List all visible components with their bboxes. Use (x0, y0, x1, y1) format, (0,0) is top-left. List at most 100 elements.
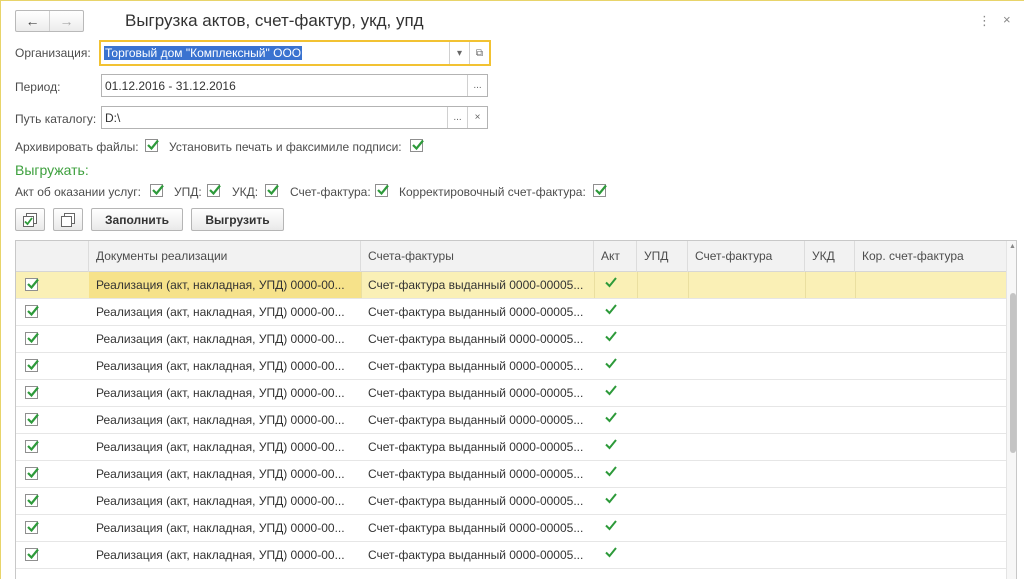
invoice-cell[interactable]: Счет-фактура выданный 0000-00005... (361, 515, 594, 541)
table-row[interactable]: Реализация (акт, накладная, УПД) 0000-00… (16, 488, 1006, 515)
invoice-cell[interactable]: Счет-фактура выданный 0000-00005... (361, 488, 594, 514)
act-label: Акт об оказании услуг: (15, 185, 141, 199)
forward-arrow-icon[interactable]: → (49, 11, 83, 31)
ukd-checkbox[interactable] (265, 184, 279, 197)
row-checkbox[interactable] (25, 548, 39, 561)
column-header-ukd[interactable]: УКД (805, 241, 855, 272)
period-field[interactable]: 01.12.2016 - 31.12.2016 ... (101, 74, 488, 97)
table-row[interactable]: Реализация (акт, накладная, УПД) 0000-00… (16, 299, 1006, 326)
row-checkbox[interactable] (25, 413, 39, 426)
column-header-act[interactable]: Акт (594, 241, 637, 272)
doc-cell[interactable]: Реализация (акт, накладная, УПД) 0000-00… (89, 434, 361, 460)
row-checkbox[interactable] (25, 521, 39, 534)
act-checkbox[interactable] (150, 184, 164, 197)
path-select-button[interactable]: ... (447, 107, 467, 128)
path-value: D:\ (105, 110, 121, 125)
invoice-cell[interactable]: Счет-фактура выданный 0000-00005... (361, 353, 594, 379)
archive-files-checkbox[interactable] (145, 139, 159, 152)
documents-table: Документы реализации Счета-фактуры Акт У… (15, 240, 1017, 579)
doc-cell[interactable]: Реализация (акт, накладная, УПД) 0000-00… (89, 515, 361, 541)
period-select-button[interactable]: ... (467, 75, 487, 96)
uncheck-all-icon (61, 212, 75, 227)
check-icon (27, 278, 39, 290)
period-label: Период: (15, 80, 61, 94)
invoice-cell[interactable]: Счет-фактура выданный 0000-00005... (361, 407, 594, 433)
act-check-icon (604, 302, 618, 319)
invoice-cell[interactable]: Счет-фактура выданный 0000-00005... (361, 461, 594, 487)
row-checkbox[interactable] (25, 359, 39, 372)
row-checkbox[interactable] (25, 278, 39, 291)
dropdown-icon[interactable]: ▾ (449, 42, 469, 64)
open-form-icon[interactable]: ⧉ (469, 42, 489, 64)
doc-cell[interactable]: Реализация (акт, накладная, УПД) 0000-00… (89, 542, 361, 568)
column-header-invoices[interactable]: Счета-фактуры (361, 241, 594, 272)
act-check-icon (604, 464, 618, 481)
back-arrow-icon[interactable]: ← (16, 11, 49, 31)
check-icon (27, 467, 39, 479)
upd-checkbox[interactable] (207, 184, 221, 197)
invoice-cell[interactable]: Счет-фактура выданный 0000-00005... (361, 380, 594, 406)
check-all-button[interactable] (15, 208, 45, 231)
column-header-docs[interactable]: Документы реализации (89, 241, 361, 272)
check-icon (27, 386, 39, 398)
row-checkbox[interactable] (25, 386, 39, 399)
act-check-icon (604, 329, 618, 346)
invoice-cell[interactable]: Счет-фактура выданный 0000-00005... (361, 542, 594, 568)
row-checkbox[interactable] (25, 332, 39, 345)
invoice-cell[interactable]: Счет-фактура выданный 0000-00005... (361, 434, 594, 460)
column-header-invoice[interactable]: Счет-фактура (688, 241, 805, 272)
act-check-icon (604, 275, 618, 292)
doc-cell[interactable]: Реализация (акт, накладная, УПД) 0000-00… (89, 407, 361, 433)
column-header-upd[interactable]: УПД (637, 241, 688, 272)
invoice-cell[interactable]: Счет-фактура выданный 0000-00005... (361, 299, 594, 325)
act-check-icon (604, 437, 618, 454)
uncheck-all-button[interactable] (53, 208, 83, 231)
doc-cell[interactable]: Реализация (акт, накладная, УПД) 0000-00… (89, 272, 361, 298)
row-checkbox[interactable] (25, 305, 39, 318)
invoice-cell[interactable]: Счет-фактура выданный 0000-00005... (361, 326, 594, 352)
table-row[interactable]: Реализация (акт, накладная, УПД) 0000-00… (16, 326, 1006, 353)
doc-cell[interactable]: Реализация (акт, накладная, УПД) 0000-00… (89, 461, 361, 487)
column-header-corr-invoice[interactable]: Кор. счет-фактура (855, 241, 1006, 272)
doc-cell[interactable]: Реализация (акт, накладная, УПД) 0000-00… (89, 299, 361, 325)
row-checkbox[interactable] (25, 440, 39, 453)
doc-cell[interactable]: Реализация (акт, накладная, УПД) 0000-00… (89, 488, 361, 514)
stamp-signature-checkbox[interactable] (410, 139, 424, 152)
upd-label: УПД: (174, 185, 202, 199)
doc-cell[interactable]: Реализация (акт, накладная, УПД) 0000-00… (89, 353, 361, 379)
check-icon (27, 548, 39, 560)
close-window-icon[interactable]: × (1003, 12, 1011, 27)
ukd-label: УКД: (232, 185, 259, 199)
check-icon (27, 359, 39, 371)
doc-cell[interactable]: Реализация (акт, накладная, УПД) 0000-00… (89, 380, 361, 406)
column-header-check[interactable] (16, 241, 89, 272)
row-checkbox[interactable] (25, 467, 39, 480)
path-label: Путь каталогу: (15, 112, 97, 126)
export-section-title: Выгружать: (15, 162, 89, 178)
scroll-up-icon[interactable]: ▲ (1009, 243, 1016, 250)
invoice-cell[interactable]: Счет-фактура выданный 0000-00005... (361, 272, 594, 298)
table-row[interactable]: Реализация (акт, накладная, УПД) 0000-00… (16, 272, 1006, 299)
corr-invoice-checkbox[interactable] (593, 184, 607, 197)
path-clear-icon[interactable]: × (467, 107, 487, 128)
fill-button[interactable]: Заполнить (91, 208, 183, 231)
table-row[interactable]: Реализация (акт, накладная, УПД) 0000-00… (16, 515, 1006, 542)
table-row[interactable]: Реализация (акт, накладная, УПД) 0000-00… (16, 434, 1006, 461)
scrollbar-thumb[interactable] (1010, 293, 1016, 453)
table-row[interactable]: Реализация (акт, накладная, УПД) 0000-00… (16, 542, 1006, 569)
path-field[interactable]: D:\ ... × (101, 106, 488, 129)
doc-cell[interactable]: Реализация (акт, накладная, УПД) 0000-00… (89, 326, 361, 352)
check-icon (27, 332, 39, 344)
table-row[interactable]: Реализация (акт, накладная, УПД) 0000-00… (16, 380, 1006, 407)
invoice-checkbox[interactable] (375, 184, 389, 197)
export-button[interactable]: Выгрузить (191, 208, 284, 231)
table-row[interactable]: Реализация (акт, накладная, УПД) 0000-00… (16, 353, 1006, 380)
table-row[interactable]: Реализация (акт, накладная, УПД) 0000-00… (16, 461, 1006, 488)
act-check-icon (604, 383, 618, 400)
form-window: ← → Выгрузка актов, счет-фактур, укд, уп… (0, 0, 1024, 579)
vertical-scrollbar[interactable]: ▲ (1006, 241, 1016, 579)
organization-field[interactable]: Торговый дом "Комплексный" ООО ▾ ⧉ (99, 40, 491, 66)
more-menu-icon[interactable]: ⋮ (978, 13, 991, 29)
row-checkbox[interactable] (25, 494, 39, 507)
table-row[interactable]: Реализация (акт, накладная, УПД) 0000-00… (16, 407, 1006, 434)
